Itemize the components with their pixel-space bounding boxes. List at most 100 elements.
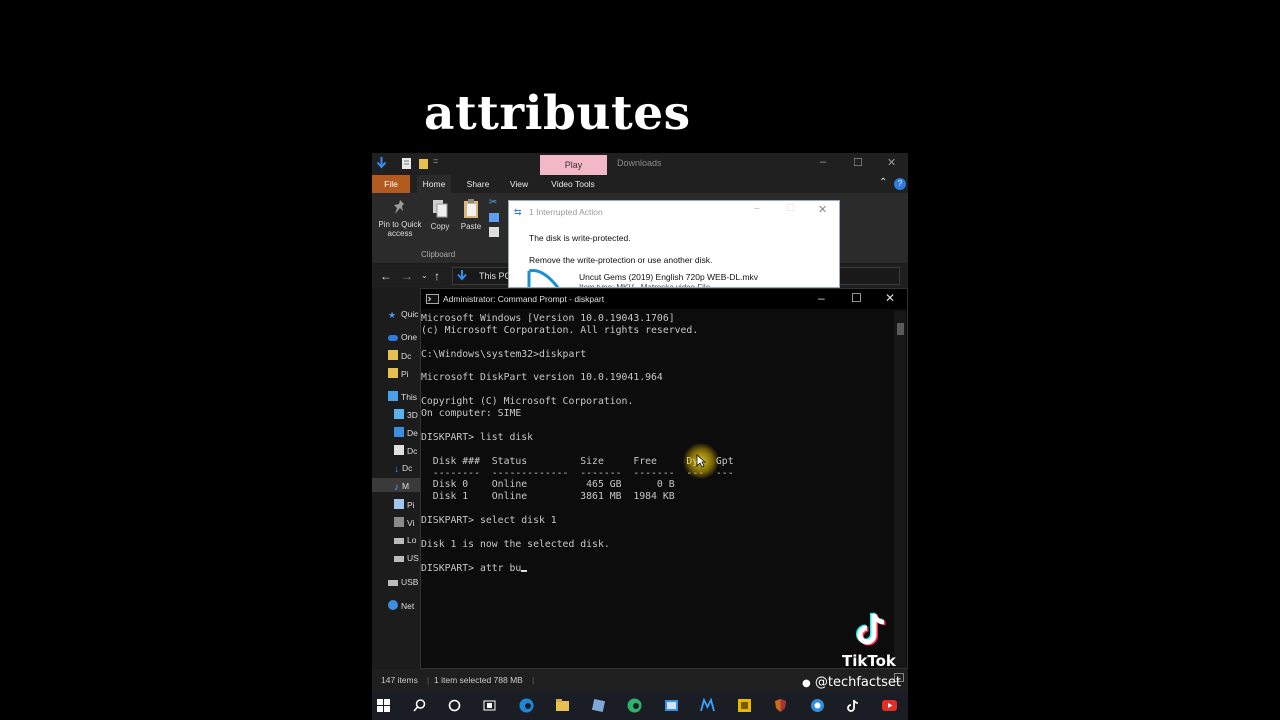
minimize-icon[interactable]: –	[820, 156, 826, 168]
nav-pictures-pc[interactable]: Pi	[394, 499, 415, 510]
tab-share[interactable]: Share	[460, 175, 496, 193]
download-arrow-icon[interactable]	[376, 157, 387, 170]
app-shield-icon[interactable]	[773, 698, 788, 713]
tiktok-handle: ● @techfactset	[802, 675, 901, 690]
mail-icon[interactable]	[664, 698, 679, 713]
status-item-count: 147 items	[381, 675, 418, 685]
tiktok-brand: TikTok	[842, 652, 896, 670]
new-folder-icon[interactable]	[418, 157, 429, 170]
paste-shortcut-icon[interactable]	[489, 227, 499, 237]
nav-label: De	[407, 428, 418, 438]
help-icon[interactable]: ?	[894, 178, 906, 190]
pin-quick-access-button[interactable]: Pin to Quick access	[375, 199, 425, 238]
copy-icon	[433, 200, 448, 218]
task-view-icon[interactable]	[482, 698, 497, 713]
terminal-line: Disk 1 is now the selected disk.	[421, 538, 610, 550]
terminal-output[interactable]: Microsoft Windows [Version 10.0.19043.17…	[421, 313, 891, 575]
pin-icon	[394, 200, 404, 214]
nav-3d-objects[interactable]: 3D	[394, 409, 418, 420]
edge-green-icon[interactable]	[627, 698, 642, 713]
nav-pictures[interactable]: Pi	[388, 368, 409, 379]
nav-music[interactable]: ♪ M	[394, 481, 409, 493]
terminal-line: C:\Windows\system32>diskpart	[421, 348, 587, 360]
properties-icon[interactable]	[401, 157, 412, 170]
cmd-maximize-icon[interactable]: ☐	[851, 291, 862, 305]
dialog-minimize-icon[interactable]: –	[754, 203, 760, 214]
navigation-pane: ★ Quic One Dc Pi This 3D De Dc ↓ Dc ♪ M Pi …	[372, 289, 420, 669]
nav-this-pc[interactable]: This	[388, 391, 417, 402]
collapse-ribbon-icon[interactable]: ⌃	[879, 177, 887, 188]
copy-progress-icon: ⇆	[514, 207, 522, 217]
nav-network[interactable]: Net	[388, 600, 414, 611]
forward-icon[interactable]: →	[401, 269, 413, 283]
paste-button[interactable]: Paste	[458, 199, 484, 231]
cmd-scrollbar[interactable]	[894, 311, 906, 668]
dialog-close-icon[interactable]: ✕	[818, 203, 827, 216]
cut-icon[interactable]: ✂	[489, 197, 497, 208]
search-icon[interactable]	[412, 698, 427, 713]
usb-drive-icon	[394, 556, 404, 562]
up-icon[interactable]: ↑	[434, 269, 440, 283]
music-icon: ♪	[394, 482, 399, 493]
tab-play[interactable]: Play	[540, 155, 607, 176]
ribbon-tabs: File Home Share View Video Tools ⌃ ?	[372, 175, 908, 193]
tiktok-app-icon[interactable]	[846, 698, 861, 713]
cmd-title: Administrator: Command Prompt - diskpart	[443, 294, 605, 304]
nav-label: One	[401, 332, 418, 342]
tab-home[interactable]: Home	[417, 175, 451, 193]
paste-icon	[464, 199, 478, 218]
nav-local-disk[interactable]: Lo	[394, 535, 416, 545]
desktop-icon	[394, 427, 404, 437]
copy-path-icon[interactable]	[489, 213, 499, 222]
dialog-instruction: Remove the write-protection or use anoth…	[529, 255, 713, 265]
explorer-titlebar: = Play Downloads – ☐ ✕	[372, 153, 908, 176]
network-icon	[388, 600, 398, 610]
star-icon: ★	[388, 310, 397, 320]
nav-quick-access[interactable]: ★ Quic	[388, 309, 418, 320]
nav-onedrive[interactable]: One	[388, 332, 417, 342]
tab-view[interactable]: View	[502, 175, 536, 193]
cmd-close-icon[interactable]: ✕	[885, 291, 895, 305]
edge-icon[interactable]	[519, 698, 534, 713]
terminal-line: DISKPART> select disk 1	[421, 515, 557, 527]
nav-downloads[interactable]: ↓ Dc	[394, 463, 412, 475]
maximize-icon[interactable]: ☐	[853, 156, 863, 169]
tab-video-tools[interactable]: Video Tools	[544, 175, 602, 193]
nav-label: US	[407, 553, 419, 563]
nav-documents[interactable]: Dc	[388, 350, 411, 361]
recent-locations-icon[interactable]: ⌄	[421, 271, 428, 280]
nav-usb[interactable]: USB	[388, 577, 418, 587]
windows-start-icon[interactable]	[376, 698, 391, 713]
file-explorer-icon[interactable]	[555, 698, 570, 713]
cmd-icon	[426, 294, 439, 304]
dialog-maximize-icon[interactable]: ☐	[786, 203, 795, 214]
app-m-icon[interactable]	[700, 698, 715, 713]
cmd-minimize-icon[interactable]: –	[818, 291, 825, 305]
app-yellow-icon[interactable]	[737, 698, 752, 713]
close-icon[interactable]: ✕	[887, 156, 896, 169]
nav-usb-drive[interactable]: US	[394, 553, 419, 563]
user-icon: ●	[802, 678, 811, 689]
back-icon[interactable]: ←	[380, 269, 392, 283]
cortana-icon[interactable]	[447, 698, 462, 713]
qa-dropdown-icon[interactable]: =	[433, 156, 438, 166]
scroll-thumb[interactable]	[897, 323, 904, 335]
nav-desktop[interactable]: De	[394, 427, 418, 438]
video-icon	[394, 517, 404, 527]
nav-label: Net	[401, 601, 415, 611]
handle-text: @techfactset	[814, 675, 902, 690]
nav-label: Dc	[401, 351, 412, 361]
copy-tool-icon[interactable]	[591, 698, 606, 713]
youtube-icon[interactable]	[882, 698, 897, 713]
app-blue-circle-icon[interactable]	[810, 698, 825, 713]
nav-documents-pc[interactable]: Dc	[394, 445, 417, 456]
mouse-pointer-icon	[696, 454, 706, 468]
tab-file[interactable]: File	[372, 175, 410, 193]
nav-videos[interactable]: Vi	[394, 517, 414, 528]
copy-button[interactable]: Copy	[428, 199, 452, 231]
